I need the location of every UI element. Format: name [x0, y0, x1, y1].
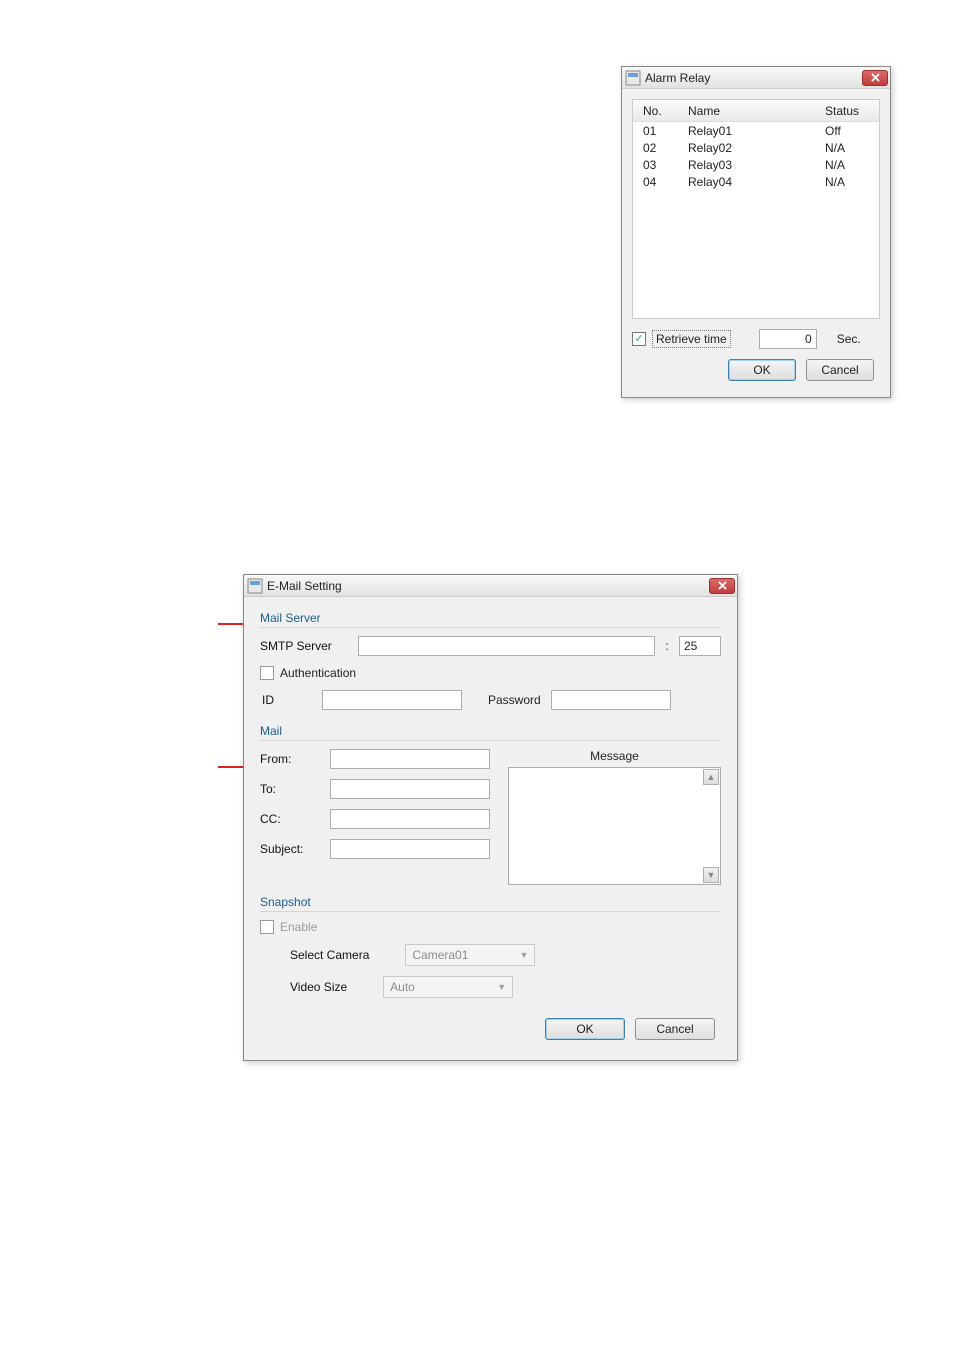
col-no[interactable]: No.: [633, 104, 688, 118]
app-icon: [247, 578, 263, 594]
smtp-server-label: SMTP Server: [260, 639, 358, 653]
table-row[interactable]: 04 Relay04 N/A: [633, 173, 879, 190]
email-title: E-Mail Setting: [267, 579, 709, 593]
col-status[interactable]: Status: [821, 104, 879, 118]
close-icon[interactable]: [862, 70, 888, 86]
select-camera-label: Select Camera: [290, 948, 369, 962]
app-icon: [625, 70, 641, 86]
close-icon[interactable]: [709, 578, 735, 594]
password-label: Password: [488, 693, 541, 707]
email-setting-dialog: E-Mail Setting Mail Server SMTP Server :…: [243, 574, 738, 1061]
scroll-up-icon[interactable]: ▲: [703, 769, 719, 785]
scroll-down-icon[interactable]: ▼: [703, 867, 719, 883]
smtp-server-input[interactable]: [358, 636, 655, 656]
cc-input[interactable]: [330, 809, 490, 829]
relay-table[interactable]: No. Name Status 01 Relay01 Off 02 Relay0…: [632, 99, 880, 319]
chevron-down-icon: ▼: [497, 982, 506, 992]
id-input[interactable]: [322, 690, 462, 710]
retrieve-time-label: Retrieve time: [652, 330, 731, 348]
ok-button[interactable]: OK: [545, 1018, 625, 1040]
retrieve-time-unit: Sec.: [837, 332, 861, 346]
mail-group-label: Mail: [260, 724, 721, 738]
id-label: ID: [262, 693, 322, 707]
to-label: To:: [260, 782, 330, 796]
table-row[interactable]: 02 Relay02 N/A: [633, 139, 879, 156]
retrieve-time-checkbox[interactable]: [632, 332, 646, 346]
port-colon: :: [659, 639, 675, 653]
to-input[interactable]: [330, 779, 490, 799]
from-input[interactable]: [330, 749, 490, 769]
authentication-label: Authentication: [280, 666, 356, 680]
password-input[interactable]: [551, 690, 671, 710]
video-size-label: Video Size: [290, 980, 347, 994]
chevron-down-icon: ▼: [519, 950, 528, 960]
subject-label: Subject:: [260, 842, 330, 856]
message-textarea[interactable]: ▲ ▼: [508, 767, 721, 885]
col-name[interactable]: Name: [688, 104, 821, 118]
select-camera-combo[interactable]: Camera01 ▼: [405, 944, 535, 966]
titlebar[interactable]: Alarm Relay: [622, 67, 890, 89]
retrieve-time-input[interactable]: 0: [759, 329, 817, 349]
ok-button[interactable]: OK: [728, 359, 796, 381]
snapshot-group-label: Snapshot: [260, 895, 721, 909]
video-size-combo[interactable]: Auto ▼: [383, 976, 513, 998]
snapshot-enable-label: Enable: [280, 920, 317, 934]
from-label: From:: [260, 752, 330, 766]
table-row[interactable]: 03 Relay03 N/A: [633, 156, 879, 173]
cc-label: CC:: [260, 812, 330, 826]
table-row[interactable]: 01 Relay01 Off: [633, 122, 879, 139]
alarm-relay-dialog: Alarm Relay No. Name Status 01 Relay01 O…: [621, 66, 891, 398]
subject-input[interactable]: [330, 839, 490, 859]
cancel-button[interactable]: Cancel: [635, 1018, 715, 1040]
authentication-checkbox[interactable]: [260, 666, 274, 680]
titlebar[interactable]: E-Mail Setting: [244, 575, 737, 597]
message-label: Message: [508, 749, 721, 763]
alarm-relay-title: Alarm Relay: [645, 71, 862, 85]
smtp-port-input[interactable]: 25: [679, 636, 721, 656]
snapshot-enable-checkbox[interactable]: [260, 920, 274, 934]
cancel-button[interactable]: Cancel: [806, 359, 874, 381]
mail-server-group-label: Mail Server: [260, 611, 721, 625]
